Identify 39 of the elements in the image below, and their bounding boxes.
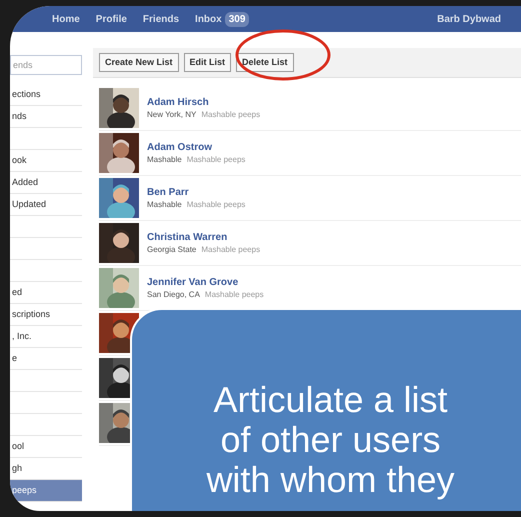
- sidebar-item[interactable]: ook: [10, 150, 82, 172]
- callout-text: Articulate a list: [213, 380, 448, 420]
- sidebar-item[interactable]: , Inc.: [10, 326, 82, 348]
- list-action-button[interactable]: Create New List: [99, 53, 179, 72]
- friend-name-link[interactable]: Adam Hirsch: [147, 96, 260, 109]
- nav-link[interactable]: Inbox 309: [195, 12, 250, 26]
- sidebar-item[interactable]: scriptions: [10, 304, 82, 326]
- list-name-text: Mashable peeps: [186, 154, 246, 165]
- friend-name-link[interactable]: Christina Warren: [147, 231, 260, 244]
- sidebar-item[interactable]: Added: [10, 172, 82, 194]
- nav-link[interactable]: Profile: [96, 12, 127, 26]
- sidebar-item[interactable]: Updated: [10, 194, 82, 216]
- callout-text: of other users: [220, 420, 441, 460]
- network-text: Mashable: [147, 154, 182, 165]
- sidebar-item[interactable]: ections: [10, 84, 82, 106]
- sidebar-item[interactable]: e: [10, 348, 82, 370]
- network-text: Mashable: [147, 199, 182, 210]
- callout-text: with whom they: [206, 460, 455, 500]
- list-name-text: Mashable peeps: [201, 109, 260, 120]
- list-name-text: Mashable peeps: [204, 289, 264, 300]
- list-action-button[interactable]: Edit List: [184, 53, 232, 72]
- network-text: Georgia State: [147, 244, 196, 255]
- user-name-link[interactable]: Barb Dybwad: [437, 12, 501, 26]
- network-text: New York, NY: [147, 109, 196, 120]
- list-action-button[interactable]: Delete List: [236, 53, 294, 72]
- nav-link[interactable]: Friends: [142, 12, 180, 26]
- friend-name-link[interactable]: Adam Ostrow: [147, 141, 246, 154]
- count-badge: 309: [224, 12, 250, 26]
- network-text: San Diego, CA: [147, 289, 200, 300]
- friend-name-link[interactable]: Ben Parr: [147, 186, 246, 199]
- sidebar-item[interactable]: ed: [10, 282, 82, 304]
- sidebar-item[interactable]: peeps: [10, 480, 82, 502]
- sidebar-item[interactable]: ool: [10, 436, 82, 458]
- friend-name-link[interactable]: Jennifer Van Grove: [147, 276, 264, 289]
- list-name-text: Mashable peeps: [186, 199, 246, 210]
- list-name-text: Mashable peeps: [201, 244, 260, 255]
- nav-link[interactable]: Home: [52, 12, 80, 26]
- sidebar-item[interactable]: nds: [10, 106, 82, 128]
- search-field[interactable]: ends: [10, 55, 82, 75]
